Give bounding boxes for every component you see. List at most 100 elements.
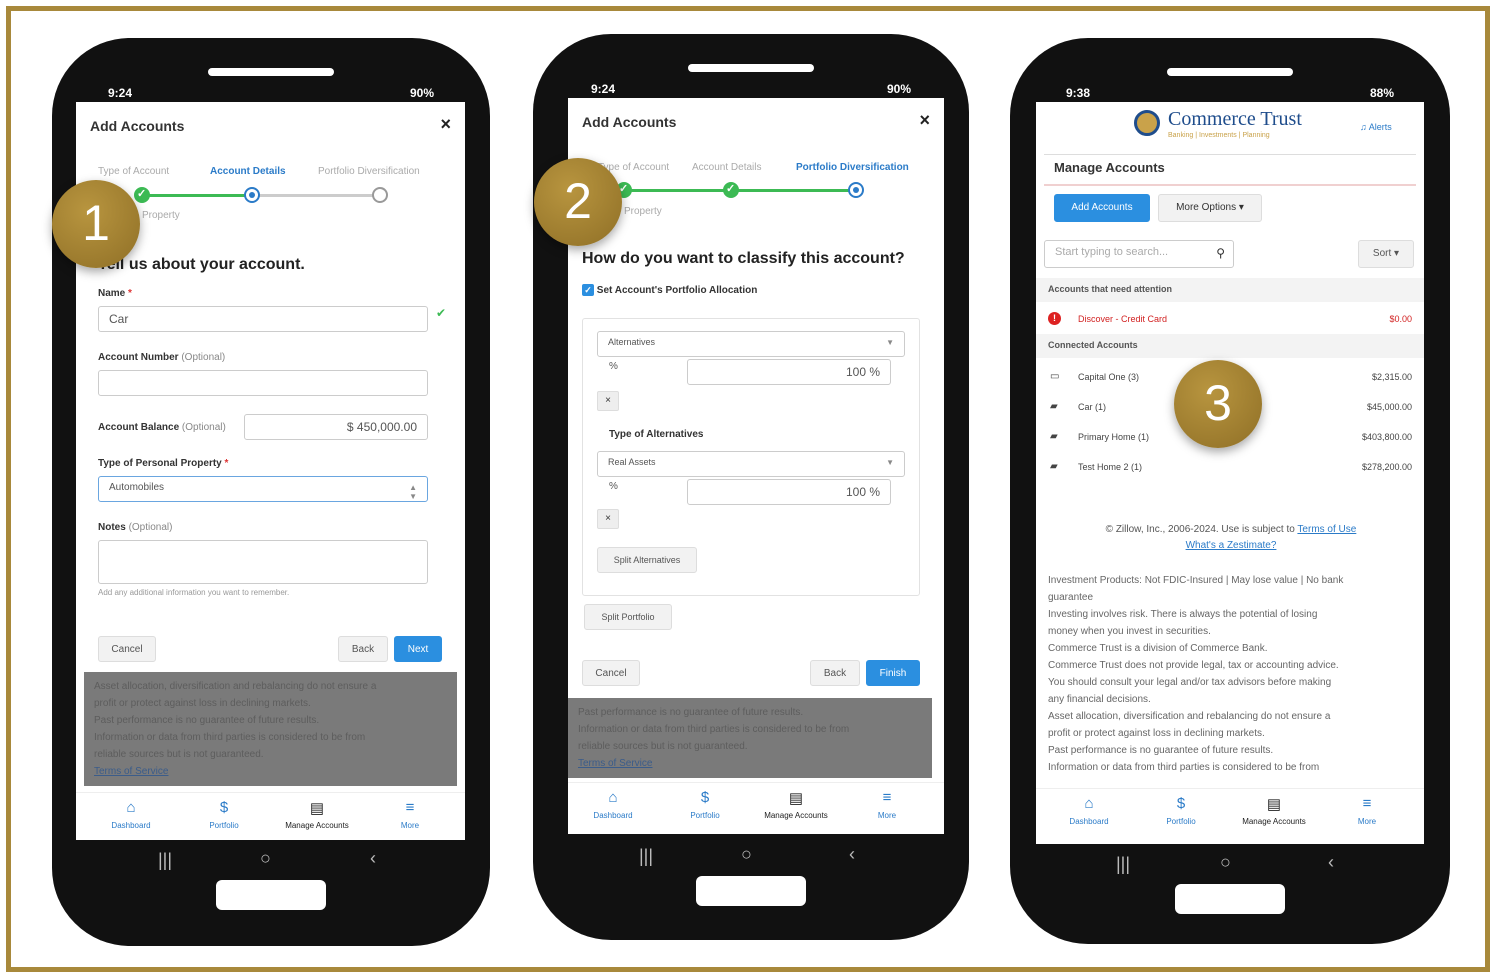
dollar-icon: $ — [1176, 795, 1186, 812]
allocation-checkbox[interactable]: ✓ Set Account's Portfolio Allocation — [582, 284, 757, 296]
copyright-text: © Zillow, Inc., 2006-2024. Use is subjec… — [1105, 524, 1295, 535]
tab-more[interactable]: ≡ More — [1322, 795, 1412, 826]
step-type-of-account[interactable]: Type of Account — [98, 166, 169, 177]
menu-icon: ≡ — [405, 799, 415, 816]
home-circle-icon[interactable]: ○ — [1220, 852, 1231, 873]
search-input[interactable]: Start typing to search... ⚲ — [1044, 240, 1234, 268]
asset-class-select[interactable]: Alternatives ▼ — [597, 331, 905, 357]
step-portfolio-diversification[interactable]: Portfolio Diversification — [318, 166, 420, 177]
step-badge-1: 1 — [52, 180, 140, 268]
back-arrow-icon[interactable]: ‹ — [849, 844, 855, 865]
terms-of-use-link[interactable]: Terms of Use — [1297, 524, 1356, 535]
step-account-details[interactable]: Account Details — [210, 166, 286, 177]
sort-button[interactable]: Sort ▾ — [1358, 240, 1414, 268]
back-button[interactable]: Back — [338, 636, 388, 662]
overlay-line: Information or data from third parties i… — [578, 724, 850, 735]
form-heading: Tell us about your account. — [98, 256, 305, 273]
name-input[interactable]: Car — [98, 306, 428, 332]
alternatives-type-select[interactable]: Real Assets ▼ — [597, 451, 905, 477]
back-button[interactable]: Back — [810, 660, 860, 686]
alerts-link[interactable]: ♫ Alerts — [1360, 122, 1392, 132]
step-portfolio-diversification[interactable]: Portfolio Diversification — [796, 162, 909, 173]
next-button[interactable]: Next — [394, 636, 442, 662]
account-balance-label: Account Balance (Optional) — [98, 422, 226, 433]
remove-allocation-button[interactable]: × — [597, 391, 619, 411]
account-row[interactable]: ▰ Test Home 2 (1) $278,200.00 — [1036, 452, 1424, 482]
step-badge-3: 3 — [1174, 360, 1262, 448]
tab-label: Manage Accounts — [764, 811, 828, 820]
home-circle-icon[interactable]: ○ — [741, 844, 752, 865]
more-options-button[interactable]: More Options ▾ — [1158, 194, 1262, 222]
percent-sign: % — [609, 361, 618, 372]
overlay-line: profit or protect against loss in declin… — [94, 698, 311, 709]
terms-link[interactable]: Terms of Service — [94, 763, 447, 780]
account-amount: $2,315.00 — [1371, 372, 1412, 382]
bottom-tab-bar: ⌂ Dashboard $ Portfolio ▤ Manage Accounts ≡… — [1036, 788, 1424, 844]
notes-textarea[interactable] — [98, 540, 428, 584]
account-balance-input[interactable]: $ 450,000.00 — [244, 414, 428, 440]
disclaimer-line: Past performance is no guarantee of futu… — [1048, 745, 1274, 756]
phone-3: 9:38 88% Commerce Trust Banking | Invest… — [1010, 38, 1450, 944]
alert-icon: ! — [1048, 312, 1061, 325]
tab-label: More — [877, 811, 897, 820]
add-accounts-button[interactable]: Add Accounts — [1054, 194, 1150, 222]
menu-icon: ≡ — [1362, 795, 1372, 812]
status-battery: 88% — [1369, 86, 1394, 100]
finish-button[interactable]: Finish — [866, 660, 920, 686]
manage-accounts-title: Manage Accounts — [1054, 160, 1165, 175]
tab-portfolio[interactable]: $ Portfolio — [1136, 795, 1226, 826]
terms-link[interactable]: Terms of Service — [578, 755, 922, 772]
tab-more[interactable]: ≡ More — [365, 799, 455, 830]
alternatives-percent-input[interactable]: 100 % — [687, 479, 891, 505]
recents-icon[interactable]: ||| — [158, 850, 172, 871]
tab-manage-accounts[interactable]: ▤ Manage Accounts — [272, 799, 362, 830]
bank-icon: ▤ — [309, 800, 325, 817]
cancel-button[interactable]: Cancel — [582, 660, 640, 686]
home-circle-icon[interactable]: ○ — [260, 848, 271, 869]
tab-dashboard[interactable]: ⌂ Dashboard — [568, 789, 658, 820]
recents-icon[interactable]: ||| — [639, 846, 653, 867]
progress-track-done — [142, 194, 252, 197]
allocation-panel: Alternatives ▼ % 100 % × Type of Alterna… — [582, 318, 920, 596]
step-account-details[interactable]: Account Details — [692, 162, 761, 173]
tab-portfolio[interactable]: $ Portfolio — [660, 789, 750, 820]
speaker — [208, 68, 334, 76]
back-arrow-icon[interactable]: ‹ — [1328, 852, 1334, 873]
account-amount: $278,200.00 — [1361, 462, 1412, 472]
account-number-input[interactable] — [98, 370, 428, 396]
tab-label: Manage Accounts — [1242, 817, 1306, 826]
tab-more[interactable]: ≡ More — [842, 789, 932, 820]
split-portfolio-button[interactable]: Split Portfolio — [584, 604, 672, 630]
close-icon[interactable]: × — [919, 110, 930, 131]
back-arrow-icon[interactable]: ‹ — [370, 848, 376, 869]
tab-portfolio[interactable]: $ Portfolio — [179, 799, 269, 830]
property-type-label: Type of Personal Property * — [98, 458, 229, 469]
home-icon: ⌂ — [608, 789, 618, 806]
dollar-icon: $ — [219, 799, 229, 816]
progress-track-todo — [252, 194, 382, 197]
cancel-button[interactable]: Cancel — [98, 636, 156, 662]
tab-label: Dashboard — [1069, 817, 1109, 826]
property-type-value: Automobiles — [109, 482, 165, 493]
disclaimer-line: Commerce Trust does not provide legal, t… — [1048, 660, 1339, 671]
tab-manage-accounts[interactable]: ▤ Manage Accounts — [1229, 795, 1319, 826]
bank-icon: ▤ — [788, 790, 804, 807]
recents-icon[interactable]: ||| — [1116, 854, 1130, 875]
overlay-line: reliable sources but is not guaranteed. — [578, 741, 748, 752]
account-amount: $0.00 — [1389, 314, 1412, 324]
tab-dashboard[interactable]: ⌂ Dashboard — [1044, 795, 1134, 826]
remove-alternative-button[interactable]: × — [597, 509, 619, 529]
split-alternatives-button[interactable]: Split Alternatives — [597, 547, 697, 573]
zestimate-link[interactable]: What's a Zestimate? — [1186, 540, 1277, 551]
tab-dashboard[interactable]: ⌂ Dashboard — [86, 799, 176, 830]
property-type-select[interactable]: Automobiles ▲ ▼ — [98, 476, 428, 502]
asset-class-percent-input[interactable]: 100 % — [687, 359, 891, 385]
attention-row[interactable]: ! Discover - Credit Card $0.00 — [1036, 304, 1424, 334]
close-icon[interactable]: × — [440, 114, 451, 135]
bank-icon: ▤ — [1266, 796, 1282, 813]
divider — [1044, 154, 1416, 155]
overlay-line: Asset allocation, diversification and re… — [94, 681, 377, 692]
book-icon: ▰ — [1050, 431, 1058, 442]
commerce-trust-logo-icon — [1134, 110, 1160, 136]
tab-manage-accounts[interactable]: ▤ Manage Accounts — [751, 789, 841, 820]
